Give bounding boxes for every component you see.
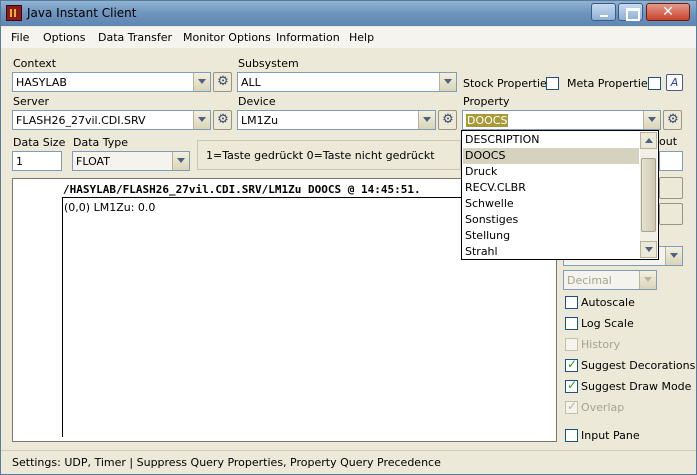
logscale-label: Log Scale: [581, 317, 634, 330]
overlap-checkbox[interactable]: [565, 399, 578, 414]
property-refresh-button[interactable]: ⚙: [663, 110, 682, 130]
property-option[interactable]: Strahl: [463, 244, 639, 260]
input-pane-checkbox[interactable]: [565, 429, 578, 442]
chevron-down-icon[interactable]: [193, 73, 210, 91]
property-combo[interactable]: DOOCS: [462, 110, 661, 130]
context-combo[interactable]: HASYLAB: [12, 72, 211, 92]
suggest-draw-mode-label: Suggest Draw Mode: [581, 380, 692, 393]
dropdown-scrollbar[interactable]: [640, 132, 657, 258]
suggest-decorations-label: Suggest Decorations: [581, 359, 696, 372]
out-label: out: [659, 135, 678, 148]
maximize-button[interactable]: [618, 3, 643, 21]
font-a-icon: A: [670, 76, 679, 89]
meta-properties-checkbox[interactable]: [648, 77, 661, 90]
property-option[interactable]: Schwelle: [463, 196, 639, 212]
server-refresh-button[interactable]: ⚙: [213, 110, 232, 130]
scroll-up-icon[interactable]: [640, 132, 657, 149]
hint-box: 1=Taste gedrückt 0=Taste nicht gedrückt: [197, 140, 461, 170]
refresh-icon: ⚙: [217, 112, 229, 127]
menu-bar: File Options Data Transfer Monitor Optio…: [1, 27, 696, 48]
refresh-icon: ⚙: [442, 112, 454, 127]
property-value: DOOCS: [466, 114, 509, 127]
font-button[interactable]: A: [666, 74, 683, 91]
context-refresh-button[interactable]: ⚙: [213, 72, 232, 92]
subsystem-label: Subsystem: [238, 57, 299, 70]
close-button[interactable]: ✕: [646, 3, 690, 21]
suggest-draw-mode-checkbox[interactable]: [565, 378, 578, 393]
subsystem-combo[interactable]: ALL: [237, 72, 457, 92]
property-label: Property: [463, 95, 510, 108]
suggest-decorations-checkbox[interactable]: [565, 357, 578, 372]
close-icon: ✕: [662, 4, 674, 20]
chevron-down-icon[interactable]: [418, 111, 435, 129]
status-text: Settings: UDP, Timer | Suppress Query Pr…: [12, 456, 441, 469]
datasize-value: 1: [16, 155, 23, 168]
history-checkbox[interactable]: [565, 338, 578, 351]
datatype-combo[interactable]: FLOAT: [72, 151, 190, 171]
menu-information[interactable]: Information: [276, 31, 340, 44]
autoscale-label: Autoscale: [581, 296, 635, 309]
server-label: Server: [13, 95, 50, 108]
logscale-checkbox[interactable]: [565, 317, 578, 330]
data-line: (0,0) LM1Zu: 0.0: [64, 201, 156, 214]
input-pane-label: Input Pane: [581, 429, 640, 442]
menu-file[interactable]: File: [11, 31, 29, 44]
property-option[interactable]: RECV.CLBR: [463, 180, 639, 196]
server-value: FLASH26_27vil.CDI.SRV: [16, 114, 146, 127]
meta-properties-label: Meta Properties: [567, 77, 654, 90]
property-option[interactable]: DESCRIPTION: [463, 132, 639, 148]
device-value: LM1Zu: [241, 114, 279, 127]
status-bar: Settings: UDP, Timer | Suppress Query Pr…: [1, 450, 696, 474]
property-option-selected[interactable]: DOOCS: [463, 148, 639, 164]
menu-help[interactable]: Help: [349, 31, 374, 44]
datatype-label: Data Type: [73, 136, 129, 149]
title-bar[interactable]: Java Instant Client ✕: [1, 1, 696, 26]
plot-title: /HASYLAB/FLASH26_27vil.CDI.SRV/LM1Zu DOO…: [63, 183, 421, 196]
menu-monitor-options[interactable]: Monitor Options: [183, 31, 271, 44]
device-label: Device: [238, 95, 276, 108]
server-combo[interactable]: FLASH26_27vil.CDI.SRV: [12, 110, 211, 130]
property-option[interactable]: Stellung: [463, 228, 639, 244]
out-input[interactable]: [659, 151, 683, 171]
window-title: Java Instant Client: [27, 6, 137, 20]
autoscale-checkbox[interactable]: [565, 296, 578, 309]
datasize-input[interactable]: 1: [12, 151, 62, 171]
chevron-down-icon[interactable]: [193, 111, 210, 129]
menu-options[interactable]: Options: [43, 31, 85, 44]
menu-data-transfer[interactable]: Data Transfer: [98, 31, 172, 44]
history-label: History: [581, 338, 621, 351]
device-refresh-button[interactable]: ⚙: [438, 110, 457, 130]
context-value: HASYLAB: [16, 76, 67, 89]
property-option[interactable]: Sonstiges: [463, 212, 639, 228]
format-value: Decimal: [567, 274, 612, 287]
right-action-button-1[interactable]: [659, 177, 683, 199]
refresh-icon: ⚙: [217, 74, 229, 89]
format-combo[interactable]: Decimal: [563, 270, 657, 290]
context-label: Context: [13, 57, 57, 70]
overlap-label: Overlap: [581, 401, 625, 414]
chevron-down-icon[interactable]: [439, 73, 456, 91]
scroll-thumb[interactable]: [641, 158, 656, 232]
chevron-down-icon[interactable]: [643, 111, 660, 129]
property-dropdown-list[interactable]: DESCRIPTION DOOCS Druck RECV.CLBR Schwel…: [461, 130, 659, 260]
refresh-icon: ⚙: [667, 112, 679, 127]
device-combo[interactable]: LM1Zu: [237, 110, 436, 130]
datasize-label: Data Size: [13, 136, 66, 149]
scroll-down-icon[interactable]: [640, 241, 657, 258]
app-icon: [6, 5, 22, 21]
stock-properties-label: Stock Properties: [463, 77, 553, 90]
chevron-down-icon[interactable]: [639, 271, 656, 289]
property-option[interactable]: Druck: [463, 164, 639, 180]
hint-text: 1=Taste gedrückt 0=Taste nicht gedrückt: [206, 149, 435, 162]
minimize-button[interactable]: [591, 3, 616, 21]
app-window: Java Instant Client ✕ File Options Data …: [0, 0, 697, 475]
chevron-down-icon[interactable]: [172, 152, 189, 170]
datatype-value: FLOAT: [76, 155, 110, 168]
chevron-down-icon[interactable]: [665, 247, 682, 265]
stock-properties-checkbox[interactable]: [546, 77, 559, 90]
right-action-button-2[interactable]: [659, 203, 683, 225]
subsystem-value: ALL: [241, 76, 261, 89]
